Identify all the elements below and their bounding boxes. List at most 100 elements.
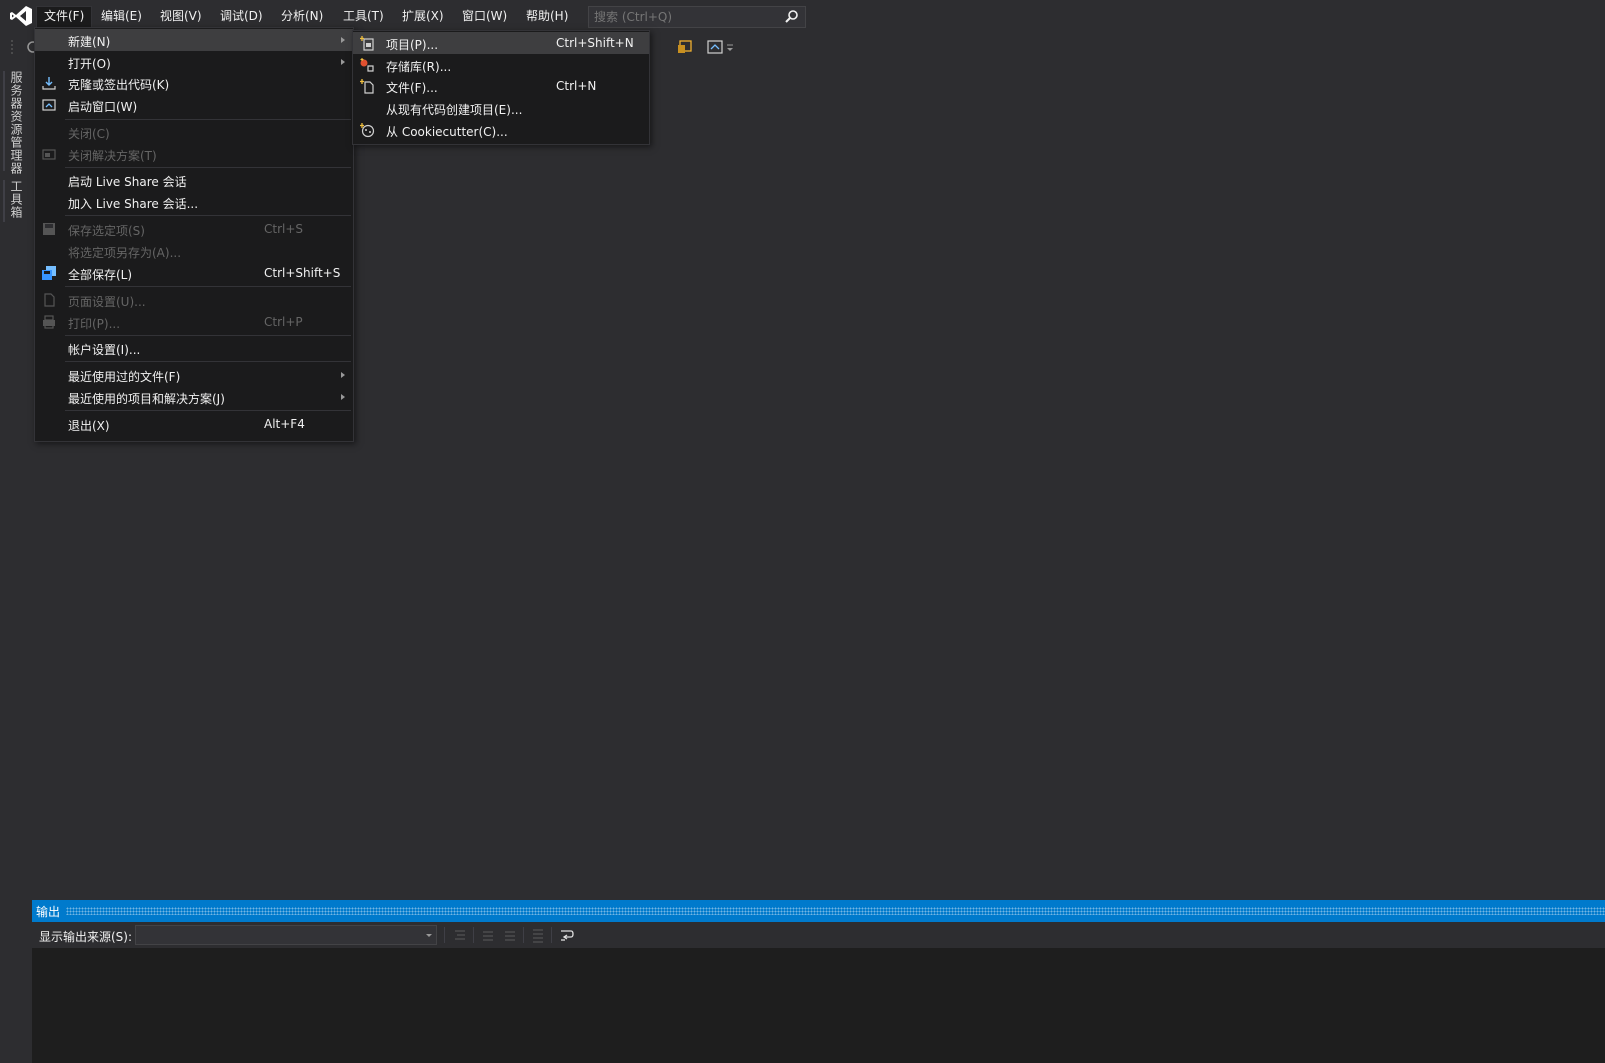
menu-item-label: 打开(O) <box>68 57 111 71</box>
menu-analyze[interactable]: 分析(N) <box>274 6 330 27</box>
menu-separator <box>65 286 351 287</box>
repository-icon <box>360 58 374 72</box>
menu-extensions[interactable]: 扩展(X) <box>395 6 451 27</box>
menu-item-project-from-existing-code[interactable]: 从现有代码创建项目(E)... <box>353 97 649 119</box>
submenu-arrow-icon <box>341 37 345 43</box>
menu-item-save-selected[interactable]: 保存选定项(S) Ctrl+S <box>35 218 353 240</box>
menu-item-label: 帐户设置(I)... <box>68 343 141 357</box>
menu-item-label: 全部保存(L) <box>68 268 133 282</box>
close-solution-icon <box>42 149 56 160</box>
page-setup-icon <box>44 293 55 307</box>
output-title: 输出 <box>36 905 61 919</box>
menu-item-label: 从现有代码创建项目(E)... <box>386 103 523 117</box>
menu-item-start-live-share[interactable]: 启动 Live Share 会话 <box>35 169 353 191</box>
menu-item-print[interactable]: 打印(P)... Ctrl+P <box>35 311 353 333</box>
toolbar-separator <box>444 927 445 943</box>
save-icon <box>43 223 55 235</box>
output-toolbar: 显示输出来源(S): <box>32 922 1605 948</box>
menu-item-page-setup[interactable]: 页面设置(U)... <box>35 289 353 311</box>
menu-item-label: 打印(P)... <box>68 317 121 331</box>
menu-item-new[interactable]: 新建(N) <box>35 29 353 51</box>
menu-item-account-settings[interactable]: 帐户设置(I)... <box>35 337 353 359</box>
menu-item-new-repository[interactable]: 存储库(R)... <box>353 54 649 76</box>
submenu-arrow-icon <box>341 59 345 65</box>
menu-debug[interactable]: 调试(D) <box>213 6 270 27</box>
menu-item-shortcut: Ctrl+P <box>264 315 303 329</box>
menu-item-shortcut: Ctrl+Shift+S <box>264 266 341 280</box>
clone-download-icon <box>42 77 56 90</box>
menu-item-clone[interactable]: 克隆或签出代码(K) <box>35 72 353 94</box>
menu-item-label: 保存选定项(S) <box>68 224 145 238</box>
menu-item-label: 退出(X) <box>68 419 110 433</box>
find-message-in-code-icon[interactable] <box>452 927 468 943</box>
menu-separator <box>65 167 351 168</box>
output-content[interactable] <box>32 948 1605 1063</box>
side-tool-tabs: 服务器资源管理器 工具箱 <box>0 61 32 1063</box>
menu-item-label: 加入 Live Share 会话... <box>68 197 199 211</box>
visual-studio-logo-icon <box>10 6 32 26</box>
new-file-icon <box>360 79 374 94</box>
menu-item-shortcut: Ctrl+Shift+N <box>556 36 634 50</box>
solution-explorer-icon[interactable] <box>676 38 694 56</box>
output-source-dropdown[interactable] <box>135 925 437 945</box>
menu-item-close[interactable]: 关闭(C) <box>35 121 353 143</box>
menu-item-save-all[interactable]: 全部保存(L) Ctrl+Shift+S <box>35 262 353 284</box>
file-menu-dropdown: 新建(N) 打开(O) 克隆或签出代码(K) 启动窗口(W) 关闭(C) 关闭解… <box>34 27 354 442</box>
menu-separator <box>65 335 351 336</box>
output-source-label: 显示输出来源(S): <box>39 930 133 944</box>
tab-toolbox[interactable]: 工具箱 <box>7 180 25 219</box>
toolbar-separator <box>551 927 552 943</box>
toolbar-overflow-icon[interactable] <box>725 43 735 53</box>
menu-item-close-solution[interactable]: 关闭解决方案(T) <box>35 143 353 165</box>
search-icon[interactable] <box>784 9 799 24</box>
print-icon <box>43 315 55 329</box>
menu-separator <box>65 361 351 362</box>
menu-item-join-live-share[interactable]: 加入 Live Share 会话... <box>35 191 353 213</box>
menu-help[interactable]: 帮助(H) <box>519 6 575 27</box>
output-title-bar[interactable]: 输出 <box>32 900 1605 922</box>
toolbar-grip[interactable] <box>10 39 14 55</box>
side-tab-indicator <box>3 180 5 222</box>
next-message-icon[interactable] <box>502 927 518 943</box>
side-tab-indicator <box>3 71 5 171</box>
output-panel: 输出 显示输出来源(S): <box>32 900 1605 1063</box>
menu-item-open[interactable]: 打开(O) <box>35 51 353 73</box>
menu-view[interactable]: 视图(V) <box>153 6 209 27</box>
chevron-down-icon <box>426 934 432 937</box>
menu-item-exit[interactable]: 退出(X) Alt+F4 <box>35 413 353 435</box>
menu-edit[interactable]: 编辑(E) <box>94 6 149 27</box>
menu-separator <box>65 119 351 120</box>
search-box[interactable] <box>588 6 806 28</box>
menu-item-recent-projects[interactable]: 最近使用的项目和解决方案(J) <box>35 386 353 408</box>
menu-item-label: 从 Cookiecutter(C)... <box>386 125 508 139</box>
start-window-icon <box>42 99 56 111</box>
menu-item-new-file[interactable]: 文件(F)... Ctrl+N <box>353 75 649 97</box>
search-input[interactable] <box>589 7 779 27</box>
menu-item-label: 新建(N) <box>68 35 111 49</box>
toolbar-separator <box>523 927 524 943</box>
start-window-icon[interactable] <box>706 38 724 56</box>
menu-item-label: 文件(F)... <box>386 81 438 95</box>
previous-message-icon[interactable] <box>480 927 496 943</box>
word-wrap-icon[interactable] <box>559 927 575 943</box>
menu-item-recent-files[interactable]: 最近使用过的文件(F) <box>35 364 353 386</box>
menu-item-save-selected-as[interactable]: 将选定项另存为(A)... <box>35 240 353 262</box>
menu-item-label: 关闭解决方案(T) <box>68 149 157 163</box>
menu-separator <box>65 215 351 216</box>
menu-item-label: 最近使用的项目和解决方案(J) <box>68 392 225 406</box>
menu-item-label: 项目(P)... <box>386 38 439 52</box>
menu-tools[interactable]: 工具(T) <box>336 6 391 27</box>
submenu-arrow-icon <box>341 372 345 378</box>
save-all-icon <box>42 266 56 280</box>
menu-item-from-cookiecutter[interactable]: 从 Cookiecutter(C)... <box>353 119 649 141</box>
menu-item-label: 页面设置(U)... <box>68 295 146 309</box>
new-project-icon <box>360 36 374 51</box>
menu-window[interactable]: 窗口(W) <box>455 6 514 27</box>
menu-item-new-project[interactable]: 项目(P)... Ctrl+Shift+N <box>353 32 649 54</box>
menu-item-shortcut: Ctrl+S <box>264 222 304 236</box>
submenu-arrow-icon <box>341 394 345 400</box>
menu-item-start-window[interactable]: 启动窗口(W) <box>35 94 353 116</box>
tab-server-explorer[interactable]: 服务器资源管理器 <box>7 71 25 175</box>
menu-file[interactable]: 文件(F) <box>36 6 93 27</box>
clear-all-icon[interactable] <box>530 927 546 943</box>
